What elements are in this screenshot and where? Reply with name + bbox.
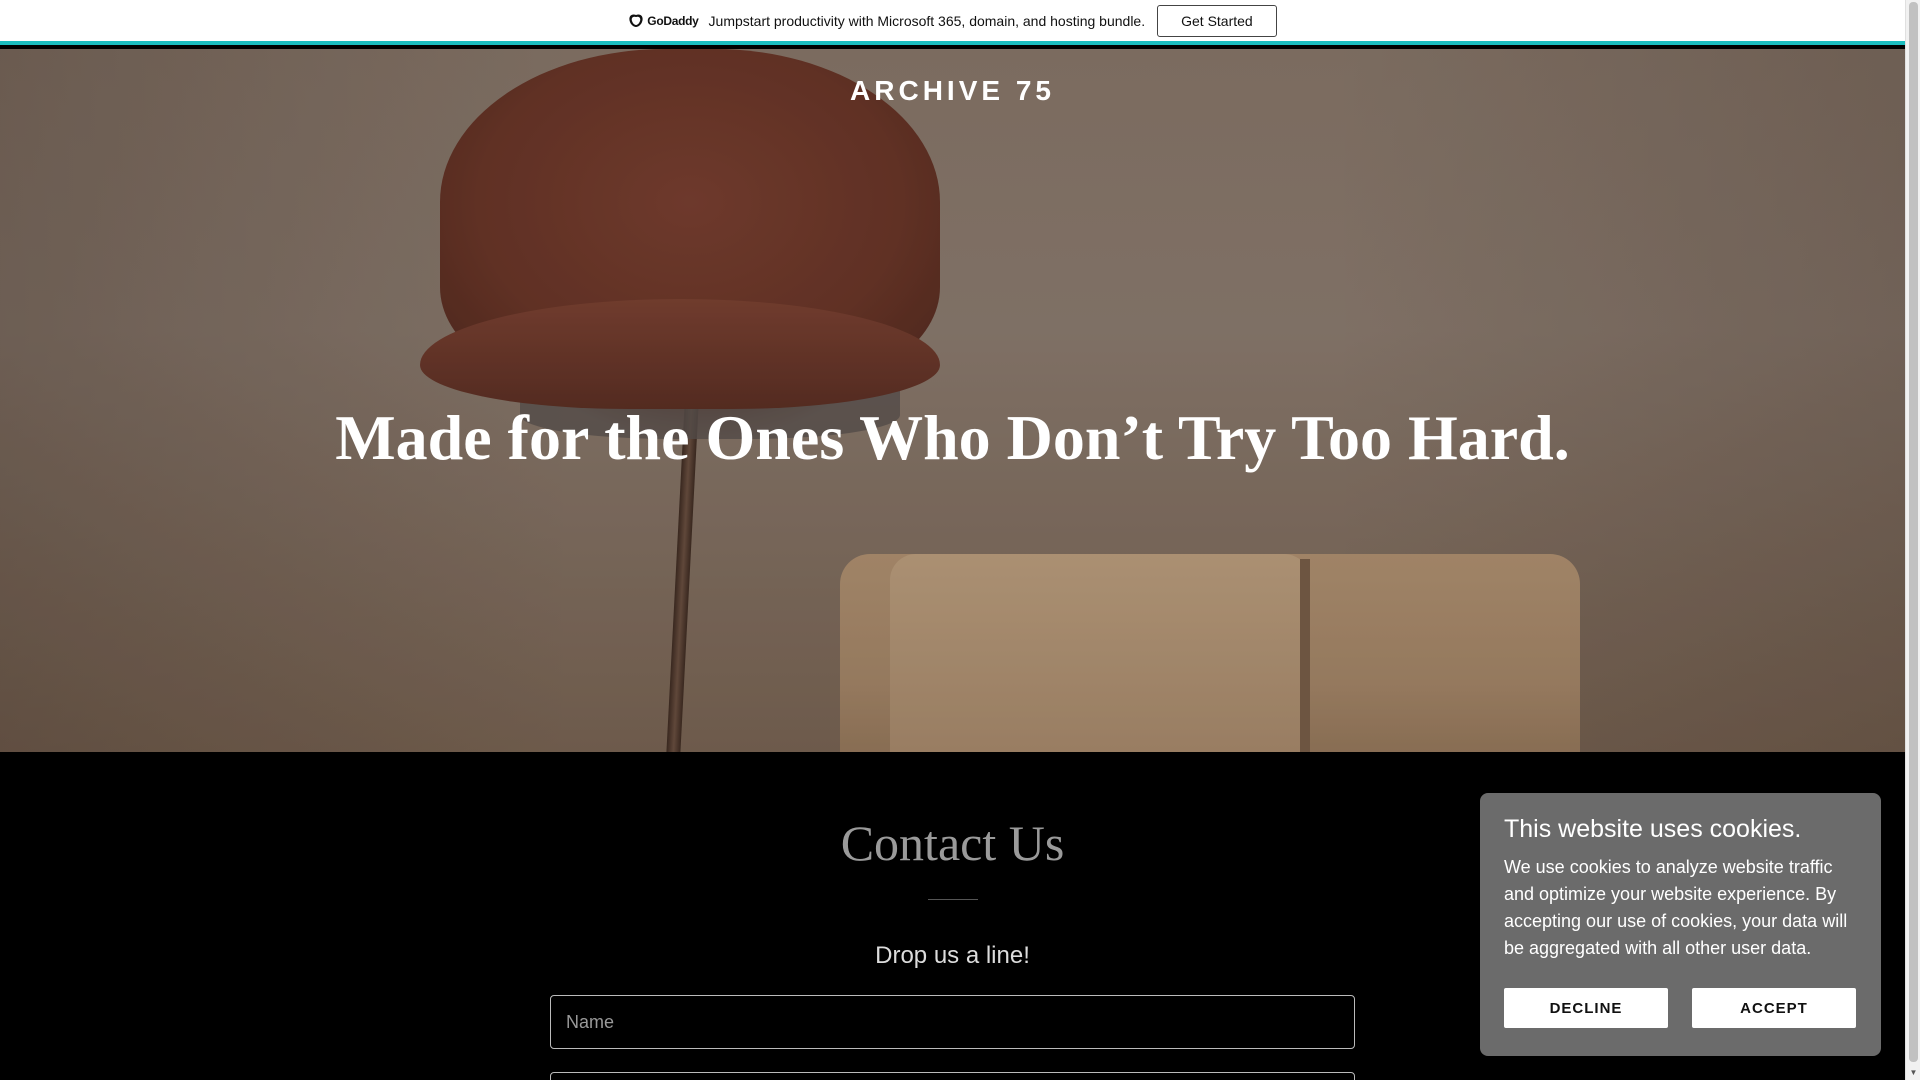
email-input[interactable] <box>550 1072 1355 1080</box>
godaddy-logo[interactable]: GoDaddy <box>628 13 699 28</box>
scroll-down-arrow-icon[interactable]: ▼ <box>1909 1068 1918 1078</box>
cookie-title: This website uses cookies. <box>1504 815 1802 843</box>
heading-divider <box>928 899 978 900</box>
decline-button[interactable]: DECLINE <box>1504 988 1668 1028</box>
accept-button[interactable]: ACCEPT <box>1692 988 1856 1028</box>
hero-section: ARCHIVE 75 Made for the Ones Who Don’t T… <box>0 49 1905 752</box>
godaddy-logo-text: GoDaddy <box>647 13 699 28</box>
get-started-button[interactable]: Get Started <box>1157 4 1277 37</box>
cookie-message: We use cookies to analyze website traffi… <box>1504 857 1848 958</box>
promo-message: Jumpstart productivity with Microsoft 36… <box>708 12 1146 29</box>
cookie-banner: This website uses cookies. We use cookie… <box>1480 793 1881 1056</box>
site-title[interactable]: ARCHIVE 75 <box>0 75 1905 107</box>
cookie-buttons: DECLINE ACCEPT <box>1504 988 1856 1028</box>
name-input[interactable] <box>550 995 1355 1049</box>
scrollbar-thumb[interactable] <box>1909 2 1918 1062</box>
promo-bar: GoDaddy Jumpstart productivity with Micr… <box>0 0 1905 45</box>
page-scrollbar[interactable]: ▼ <box>1905 0 1920 1080</box>
godaddy-icon <box>629 13 643 27</box>
hero-tagline: Made for the Ones Who Don’t Try Too Hard… <box>335 402 1570 473</box>
